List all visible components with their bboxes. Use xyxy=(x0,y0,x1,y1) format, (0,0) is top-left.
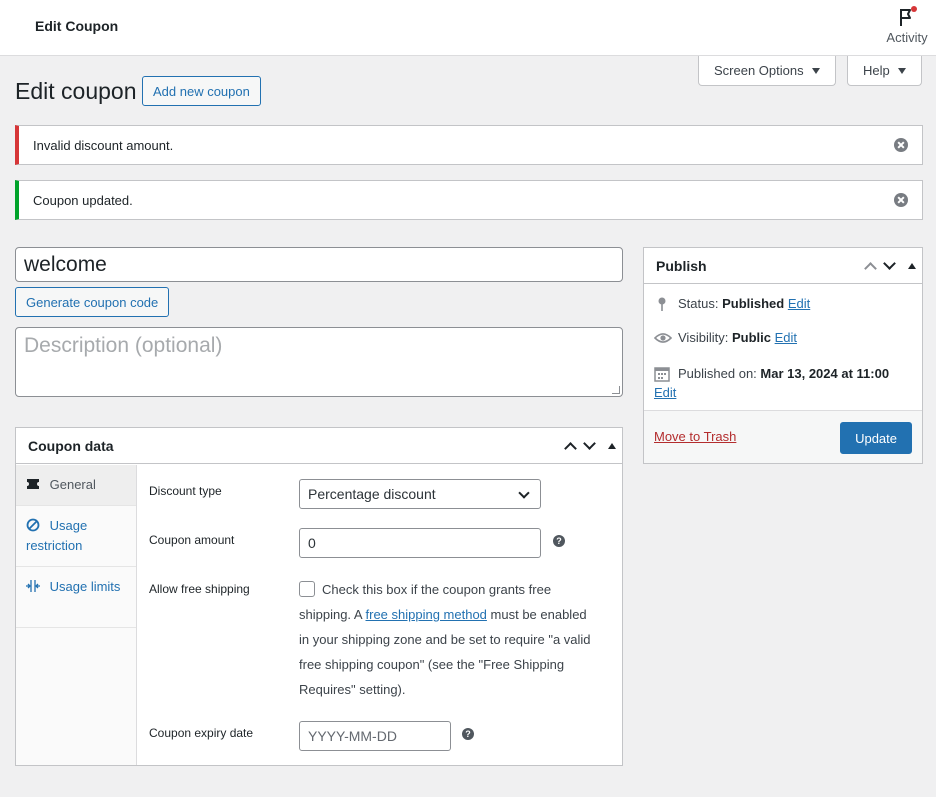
error-notice: Invalid discount amount. xyxy=(15,125,923,165)
ticket-icon xyxy=(26,477,40,491)
move-down-icon[interactable] xyxy=(583,437,596,450)
edit-status-link[interactable]: Edit xyxy=(788,296,810,311)
tab-general[interactable]: General xyxy=(16,465,136,506)
expiry-date-label: Coupon expiry date xyxy=(149,726,254,740)
description-textarea[interactable]: Description (optional) xyxy=(15,327,623,397)
coupon-data-tabs: General Usage restriction Usage limits xyxy=(16,465,137,765)
help-button[interactable]: Help xyxy=(847,56,922,86)
visibility-value: Public xyxy=(731,330,771,345)
flag-icon xyxy=(896,6,918,28)
pin-icon xyxy=(654,296,670,312)
visibility-label: Visibility: xyxy=(678,330,729,345)
help-tip-icon[interactable]: ? xyxy=(553,535,565,547)
published-on-value: Mar 13, 2024 at 11:00 xyxy=(760,366,890,381)
help-tip-icon[interactable]: ? xyxy=(462,728,474,740)
coupon-amount-label: Coupon amount xyxy=(149,533,235,547)
publish-box: Publish Status: Published Edit Visibilit… xyxy=(643,247,923,464)
success-notice: Coupon updated. xyxy=(15,180,923,220)
discount-type-select[interactable]: Percentage discount xyxy=(299,479,541,509)
caret-down-icon xyxy=(811,67,820,74)
activity-button[interactable]: Activity xyxy=(884,6,930,45)
free-shipping-label: Allow free shipping xyxy=(149,582,250,596)
dismiss-icon[interactable] xyxy=(894,138,908,152)
add-new-coupon-button[interactable]: Add new coupon xyxy=(142,76,261,106)
move-to-trash-link[interactable]: Move to Trash xyxy=(654,429,736,444)
error-notice-text: Invalid discount amount. xyxy=(33,137,174,153)
block-icon xyxy=(26,518,40,532)
page-title: Edit coupon xyxy=(15,78,137,104)
caret-down-icon xyxy=(897,67,906,74)
move-up-icon[interactable] xyxy=(564,442,577,455)
edit-visibility-link[interactable]: Edit xyxy=(775,330,797,345)
publish-box-header: Publish xyxy=(644,248,922,284)
publish-title: Publish xyxy=(656,257,707,274)
free-shipping-method-link[interactable]: free shipping method xyxy=(366,607,487,622)
move-down-icon[interactable] xyxy=(883,257,896,270)
coupon-code-input[interactable]: welcome xyxy=(15,247,623,282)
toggle-panel-icon[interactable] xyxy=(608,443,616,449)
activity-label: Activity xyxy=(886,30,928,45)
eye-icon xyxy=(653,330,673,346)
success-notice-text: Coupon updated. xyxy=(33,192,133,208)
notification-dot xyxy=(911,6,917,12)
description-placeholder: Description (optional) xyxy=(24,334,223,357)
toggle-panel-icon[interactable] xyxy=(908,263,916,269)
visibility-row: Visibility: Public Edit xyxy=(653,330,797,346)
discount-type-value: Percentage discount xyxy=(308,486,436,502)
dismiss-icon[interactable] xyxy=(894,193,908,207)
coupon-amount-input[interactable]: 0 xyxy=(299,528,541,558)
screen-options-label: Screen Options xyxy=(714,63,804,78)
help-label: Help xyxy=(863,63,890,78)
coupon-data-box: Coupon data General Usage restriction Us… xyxy=(15,427,623,766)
edit-date-link[interactable]: Edit xyxy=(654,385,676,400)
expiry-date-input[interactable]: YYYY-MM-DD xyxy=(299,721,451,751)
discount-type-label: Discount type xyxy=(149,484,222,498)
chevron-down-icon xyxy=(518,487,530,499)
generate-coupon-code-button[interactable]: Generate coupon code xyxy=(15,287,170,317)
coupon-data-title: Coupon data xyxy=(28,437,114,454)
limits-icon xyxy=(26,579,40,593)
published-on-row: Published on: Mar 13, 2024 at 11:00 xyxy=(654,364,914,384)
resize-handle-icon[interactable] xyxy=(612,386,620,394)
page-header-title: Edit Coupon xyxy=(35,18,119,34)
status-label: Status: xyxy=(678,296,719,311)
top-bar: Edit Coupon Activity xyxy=(0,0,936,56)
screen-options-button[interactable]: Screen Options xyxy=(698,56,836,86)
move-up-icon[interactable] xyxy=(864,262,877,275)
coupon-data-header: Coupon data xyxy=(16,428,622,464)
published-on-label: Published on: xyxy=(678,366,757,381)
tab-usage-limits[interactable]: Usage limits xyxy=(16,567,136,628)
tab-usage-restriction[interactable]: Usage restriction xyxy=(16,506,136,567)
update-button[interactable]: Update xyxy=(840,422,912,454)
tab-label: Usage limits xyxy=(49,579,121,594)
publish-actions: Move to Trash Update xyxy=(644,410,922,463)
tab-label: General xyxy=(49,477,96,492)
status-value: Published xyxy=(722,296,785,311)
status-row: Status: Published Edit xyxy=(654,296,810,312)
free-shipping-description: Check this box if the coupon grants free… xyxy=(299,577,599,702)
calendar-icon xyxy=(654,366,670,382)
